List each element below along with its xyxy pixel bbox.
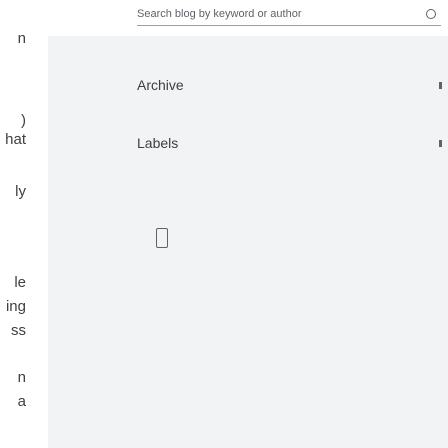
search-icon[interactable] <box>426 9 436 19</box>
search-input[interactable]: Search blog by keyword or author <box>137 8 301 20</box>
navigation-drawer: Search blog by keyword or author Archive… <box>48 0 448 448</box>
article-text-fragment: ss <box>11 322 26 339</box>
article-text-fragment: ) <box>21 112 26 129</box>
blog-page: n ) hat ly le ing ss n a Search blog by … <box>0 0 448 448</box>
article-text-fragment: hat <box>5 131 26 148</box>
article-text-fragment: ly <box>15 183 26 200</box>
article-text-fragment: n <box>17 30 26 47</box>
article-text-fragment: ing <box>5 298 26 315</box>
chevron-icon[interactable] <box>439 82 442 89</box>
chevron-icon[interactable] <box>439 140 442 147</box>
article-text-fragment: a <box>17 393 26 410</box>
article-content-clipped: n ) hat ly le ing ss n a <box>0 0 30 448</box>
report-abuse-icon[interactable] <box>156 228 168 248</box>
article-text-fragment: le <box>14 274 26 291</box>
menu-item-archive[interactable]: Archive <box>137 77 184 93</box>
menu-item-labels[interactable]: Labels <box>137 135 178 151</box>
search-underline <box>137 25 441 26</box>
article-text-fragment: n <box>17 369 26 386</box>
blog-search: Search blog by keyword or author <box>48 0 448 36</box>
